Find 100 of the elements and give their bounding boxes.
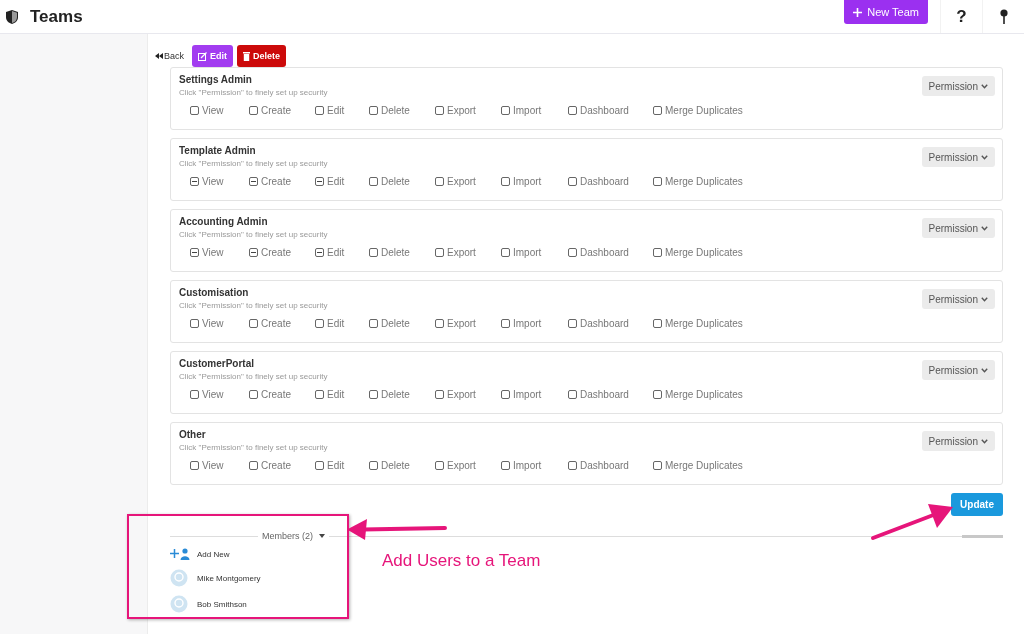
checkbox[interactable] — [653, 177, 662, 186]
checkbox-label: View — [202, 176, 224, 187]
checkbox-label: Edit — [327, 105, 345, 116]
checkbox[interactable] — [501, 461, 510, 470]
checkbox[interactable] — [249, 106, 258, 115]
checkbox[interactable] — [435, 319, 444, 328]
checkbox[interactable] — [190, 461, 199, 470]
checkbox-label: Merge Duplicates — [665, 105, 743, 116]
checkbox-label: Create — [261, 460, 291, 471]
checkbox[interactable] — [249, 248, 258, 257]
chevron-down-icon — [981, 225, 988, 231]
checkbox[interactable] — [249, 177, 258, 186]
checkbox[interactable] — [568, 390, 577, 399]
checkbox[interactable] — [315, 461, 324, 470]
checkbox-label: Edit — [327, 176, 345, 187]
checkbox-label: Import — [513, 247, 542, 258]
checkbox[interactable] — [249, 319, 258, 328]
checkbox[interactable] — [249, 390, 258, 399]
checkbox-label: Import — [513, 105, 542, 116]
checkbox[interactable] — [249, 461, 258, 470]
checkbox[interactable] — [190, 106, 199, 115]
checkbox[interactable] — [568, 319, 577, 328]
role-name: Settings Admin — [179, 73, 253, 87]
checkbox[interactable] — [568, 248, 577, 257]
chevron-down-icon — [981, 367, 988, 373]
checkbox-label: Delete — [381, 105, 410, 116]
checkbox[interactable] — [435, 461, 444, 470]
new-team-button[interactable]: New Team — [844, 0, 928, 24]
checkbox-label: View — [202, 247, 224, 258]
plus-icon — [853, 7, 863, 17]
checkbox[interactable] — [190, 248, 199, 257]
checkbox[interactable] — [315, 248, 324, 257]
checkbox-label: Export — [447, 389, 476, 400]
checkbox-label: Dashboard — [580, 389, 629, 400]
checkbox-label: Delete — [381, 389, 410, 400]
permission-dropdown[interactable]: Permission — [921, 360, 995, 380]
checkbox[interactable] — [190, 319, 199, 328]
checkbox[interactable] — [369, 248, 378, 257]
checkbox-label: Create — [261, 389, 291, 400]
edit-icon — [198, 51, 207, 61]
checkbox[interactable] — [501, 390, 510, 399]
checkbox[interactable] — [369, 319, 378, 328]
pin-icon — [999, 8, 1008, 25]
checkbox[interactable] — [435, 177, 444, 186]
avatar-icon — [170, 569, 188, 587]
role-name: CustomerPortal — [179, 357, 255, 371]
permission-dropdown[interactable]: Permission — [921, 289, 995, 309]
members-toggle[interactable]: Members (2) — [258, 531, 329, 541]
chevron-down-icon — [981, 83, 988, 89]
checkbox[interactable] — [653, 106, 662, 115]
checkbox[interactable] — [315, 319, 324, 328]
role-name: Accounting Admin — [179, 215, 269, 229]
member-item[interactable]: Mike Montgomery — [170, 568, 261, 588]
checkbox[interactable] — [315, 177, 324, 186]
checkbox-label: Export — [447, 105, 476, 116]
permission-dropdown[interactable]: Permission — [921, 76, 995, 96]
checkbox[interactable] — [369, 390, 378, 399]
checkbox[interactable] — [568, 106, 577, 115]
checkbox[interactable] — [653, 248, 662, 257]
checkbox-label: Merge Duplicates — [665, 247, 743, 258]
checkbox[interactable] — [369, 461, 378, 470]
checkbox-label: Export — [447, 318, 476, 329]
permission-dropdown[interactable]: Permission — [921, 431, 995, 451]
help-button[interactable]: ? — [940, 0, 982, 33]
add-user-icon — [170, 548, 190, 560]
checkbox[interactable] — [653, 461, 662, 470]
checkbox-label: Create — [261, 318, 291, 329]
member-item[interactable]: Bob Smithson — [170, 594, 247, 614]
permission-dropdown[interactable]: Permission — [921, 218, 995, 238]
checkbox[interactable] — [501, 177, 510, 186]
checkbox-label: View — [202, 460, 224, 471]
checkbox-label: Merge Duplicates — [665, 318, 743, 329]
rewind-icon — [155, 53, 163, 59]
permission-hint: Click "Permission" to finely set up security — [179, 442, 329, 453]
checkbox-label: Create — [261, 247, 291, 258]
checkbox-label: Edit — [327, 389, 345, 400]
permission-dropdown[interactable]: Permission — [921, 147, 995, 167]
checkbox[interactable] — [369, 106, 378, 115]
checkbox[interactable] — [568, 177, 577, 186]
checkbox[interactable] — [653, 319, 662, 328]
checkbox[interactable] — [315, 106, 324, 115]
checkbox[interactable] — [315, 390, 324, 399]
add-member-link[interactable]: Add New — [170, 546, 230, 562]
checkbox[interactable] — [501, 248, 510, 257]
back-link[interactable]: Back — [155, 51, 184, 61]
delete-button[interactable]: Delete — [237, 45, 287, 67]
checkbox[interactable] — [369, 177, 378, 186]
checkbox-label: Merge Duplicates — [665, 176, 743, 187]
checkbox[interactable] — [653, 390, 662, 399]
checkbox[interactable] — [435, 390, 444, 399]
checkbox[interactable] — [501, 106, 510, 115]
checkbox-label: View — [202, 105, 224, 116]
checkbox[interactable] — [568, 461, 577, 470]
checkbox[interactable] — [435, 106, 444, 115]
checkbox[interactable] — [501, 319, 510, 328]
edit-button[interactable]: Edit — [192, 45, 233, 67]
checkbox[interactable] — [190, 390, 199, 399]
checkbox-label: Export — [447, 247, 476, 258]
checkbox[interactable] — [190, 177, 199, 186]
checkbox[interactable] — [435, 248, 444, 257]
